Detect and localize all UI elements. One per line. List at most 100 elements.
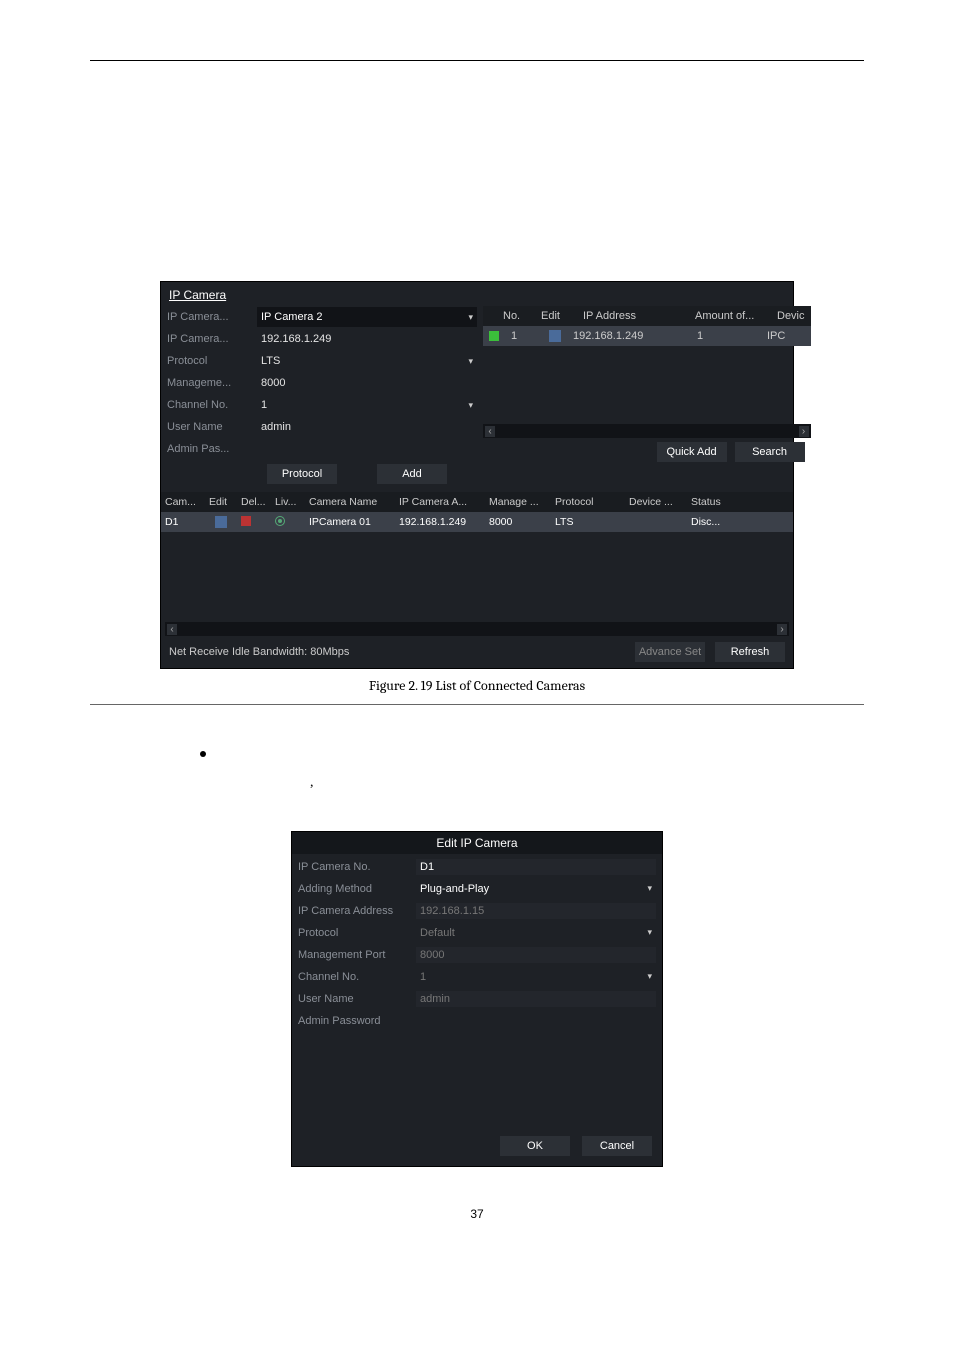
label-admin-pass2: Admin Password (298, 1015, 416, 1027)
edit-icon[interactable] (215, 516, 227, 528)
label-adding-method: Adding Method (298, 883, 416, 895)
input-camera-address-value: 192.168.1.249 (261, 333, 331, 345)
cell-protocol2: LTS (555, 516, 625, 528)
col-status: Status (691, 496, 721, 508)
dialog-spacer (298, 1032, 656, 1128)
protocol-button[interactable]: Protocol (267, 464, 337, 484)
ok-button[interactable]: OK (500, 1136, 570, 1156)
scroll-right-icon[interactable]: › (777, 624, 787, 635)
ip-camera-form: IP Camera... IP Camera 2 ▾ IP Camera... … (167, 306, 477, 488)
cell-device: IPC (761, 330, 791, 342)
col-ipa: IP Camera A... (399, 496, 485, 508)
cell-no: 1 (505, 330, 543, 342)
select-channel-no[interactable]: 1 ▾ (257, 395, 477, 415)
liveview-icon[interactable] (275, 516, 285, 526)
label-user-name2: User Name (298, 993, 416, 1005)
add-button[interactable]: Add (377, 464, 447, 484)
label-channel-no: Channel No. (167, 399, 257, 411)
scroll-left-icon[interactable]: ‹ (167, 624, 177, 635)
cell-name: IPCamera 01 (309, 516, 395, 528)
label-mgmt-port2: Management Port (298, 949, 416, 961)
ip-camera-panel: IP Camera IP Camera... IP Camera 2 ▾ IP … (160, 281, 794, 669)
advance-set-button[interactable]: Advance Set (635, 642, 705, 662)
select-adding-method[interactable]: Plug-and-Play ▾ (416, 881, 656, 897)
section-rule (90, 704, 864, 705)
col-edit2: Edit (209, 496, 237, 508)
label-mgmt-port: Manageme... (167, 377, 257, 389)
scroll-left-icon[interactable]: ‹ (485, 426, 495, 437)
connected-row[interactable]: D1 IPCamera 01 192.168.1.249 8000 LTS Di… (161, 512, 793, 532)
col-protocol: Protocol (555, 496, 625, 508)
cell-amount: 1 (691, 330, 761, 342)
col-no: No. (497, 310, 535, 322)
label-camera-address: IP Camera... (167, 333, 257, 345)
input-user-name[interactable]: admin (257, 417, 477, 437)
label-ip-camera-addr: IP Camera Address (298, 905, 416, 917)
status-icon (489, 331, 499, 341)
page-number: 37 (90, 1207, 864, 1221)
chevron-down-icon: ▾ (647, 883, 652, 894)
value-ip-camera-no: D1 (416, 859, 656, 875)
chevron-down-icon: ▾ (647, 927, 652, 938)
input-mgmt-port[interactable]: 8000 (257, 373, 477, 393)
select-channel-no2[interactable]: 1 ▾ (416, 969, 656, 985)
discovered-devices: No. Edit IP Address Amount of... Devic 1… (483, 306, 811, 488)
col-device2: Device ... (629, 496, 687, 508)
col-cam: Cam... (165, 496, 205, 508)
cell-port: 8000 (489, 516, 551, 528)
select-camera-no[interactable]: IP Camera 2 ▾ (257, 307, 477, 327)
dialog-title: Edit IP Camera (292, 832, 662, 854)
scroll-right-icon[interactable]: › (799, 426, 809, 437)
col-manage: Manage ... (489, 496, 551, 508)
input-camera-address[interactable]: 192.168.1.249 (257, 329, 477, 349)
input-mgmt-port-value: 8000 (261, 377, 285, 389)
refresh-button[interactable]: Refresh (715, 642, 785, 662)
edit-icon[interactable] (549, 330, 561, 342)
cell-ip2: 192.168.1.249 (399, 516, 485, 528)
bullet-item (90, 745, 864, 760)
input-admin-pass2[interactable] (416, 1019, 656, 1023)
label-ip-camera-no: IP Camera No. (298, 861, 416, 873)
label-camera-no: IP Camera... (167, 311, 257, 323)
chevron-down-icon: ▾ (468, 400, 473, 411)
select-channel-no-value: 1 (261, 399, 267, 411)
delete-icon[interactable] (241, 516, 251, 526)
input-admin-pass[interactable] (257, 439, 477, 459)
header-rule (90, 60, 864, 61)
chevron-down-icon: ▾ (647, 971, 652, 982)
connected-head: Cam... Edit Del... Liv... Camera Name IP… (161, 492, 793, 512)
cell-cam: D1 (165, 516, 205, 528)
cancel-button[interactable]: Cancel (582, 1136, 652, 1156)
col-amount: Amount of... (689, 310, 771, 322)
input-user-name2[interactable]: admin (416, 991, 656, 1007)
col-device: Devic (771, 310, 811, 322)
cell-status: Disc... (691, 516, 720, 528)
select-protocol[interactable]: LTS ▾ (257, 351, 477, 371)
bullet-icon (200, 751, 206, 757)
input-user-name-value: admin (261, 421, 291, 433)
select-camera-no-value: IP Camera 2 (261, 311, 323, 323)
input-mgmt-port2[interactable]: 8000 (416, 947, 656, 963)
col-del: Del... (241, 496, 271, 508)
label-protocol2: Protocol (298, 927, 416, 939)
edit-ip-camera-dialog: Edit IP Camera IP Camera No. D1 Adding M… (291, 831, 663, 1167)
col-edit: Edit (535, 310, 577, 322)
col-ip: IP Address (577, 310, 689, 322)
cell-ip: 192.168.1.249 (567, 330, 691, 342)
h-scrollbar[interactable]: ‹ › (483, 424, 811, 438)
chevron-down-icon: ▾ (468, 356, 473, 367)
bandwidth-text: Net Receive Idle Bandwidth: 80Mbps (169, 646, 349, 658)
select-protocol2[interactable]: Default ▾ (416, 925, 656, 941)
input-ip-camera-addr[interactable]: 192.168.1.15 (416, 903, 656, 919)
figure-caption-1: Figure 2. 19 List of Connected Cameras (90, 677, 864, 694)
panel-title: IP Camera (161, 282, 793, 306)
label-user-name: User Name (167, 421, 257, 433)
quick-add-button[interactable]: Quick Add (657, 442, 727, 462)
discovered-row[interactable]: 1 192.168.1.249 1 IPC (483, 326, 811, 346)
search-button[interactable]: Search (735, 442, 805, 462)
select-protocol-value: LTS (261, 355, 280, 367)
connected-empty (161, 532, 793, 622)
h-scrollbar-2[interactable]: ‹ › (165, 622, 789, 636)
col-liv: Liv... (275, 496, 305, 508)
label-admin-pass: Admin Pas... (167, 443, 257, 455)
